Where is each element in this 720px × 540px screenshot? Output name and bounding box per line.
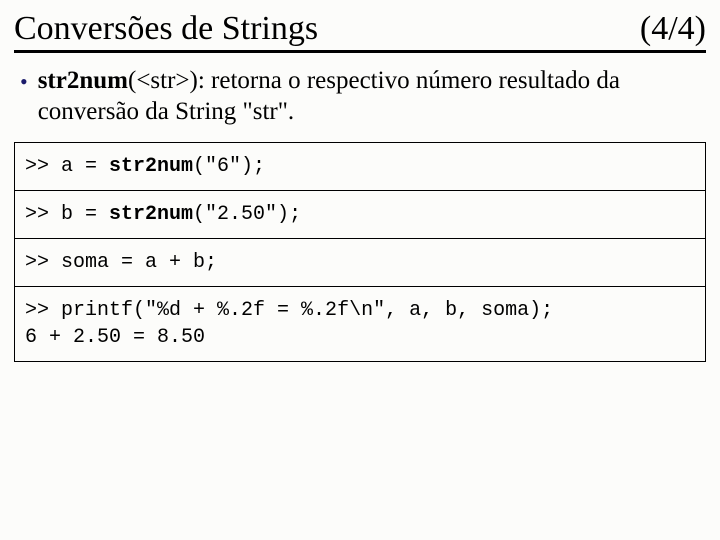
code-keyword: str2num xyxy=(109,203,193,226)
code-line: printf("%d + %.2f = %.2f\n", a, b, soma)… xyxy=(49,299,553,322)
code-blocks: >> a = str2num("6"); >> b = str2num("2.5… xyxy=(14,142,706,362)
code-box-1: >> a = str2num("6"); xyxy=(14,142,706,191)
code-result: 6 + 2.50 = 8.50 xyxy=(25,326,205,349)
code-post: ("6"); xyxy=(193,155,265,178)
prompt: >> xyxy=(25,251,49,274)
code-keyword: str2num xyxy=(109,155,193,178)
slide-title: Conversões de Strings xyxy=(14,10,318,48)
code-box-2: >> b = str2num("2.50"); xyxy=(14,191,706,239)
prompt: >> xyxy=(25,299,49,322)
code-pre: a = xyxy=(49,155,109,178)
function-name: str2num xyxy=(38,67,128,94)
prompt: >> xyxy=(25,203,49,226)
prompt: >> xyxy=(25,155,49,178)
slide: Conversões de Strings (4/4) • str2num(<s… xyxy=(0,0,720,540)
bullet-icon: • xyxy=(20,68,28,96)
slide-header: Conversões de Strings (4/4) xyxy=(14,10,706,53)
function-arg: (<str>) xyxy=(128,67,198,94)
slide-pager: (4/4) xyxy=(640,10,706,48)
code-line: soma = a + b; xyxy=(49,251,217,274)
bullet-item: • str2num(<str>): retorna o respectivo n… xyxy=(14,65,706,142)
code-box-4: >> printf("%d + %.2f = %.2f\n", a, b, so… xyxy=(14,287,706,362)
code-box-3: >> soma = a + b; xyxy=(14,239,706,287)
code-pre: b = xyxy=(49,203,109,226)
code-post: ("2.50"); xyxy=(193,203,301,226)
bullet-text: str2num(<str>): retorna o respectivo núm… xyxy=(38,65,700,128)
